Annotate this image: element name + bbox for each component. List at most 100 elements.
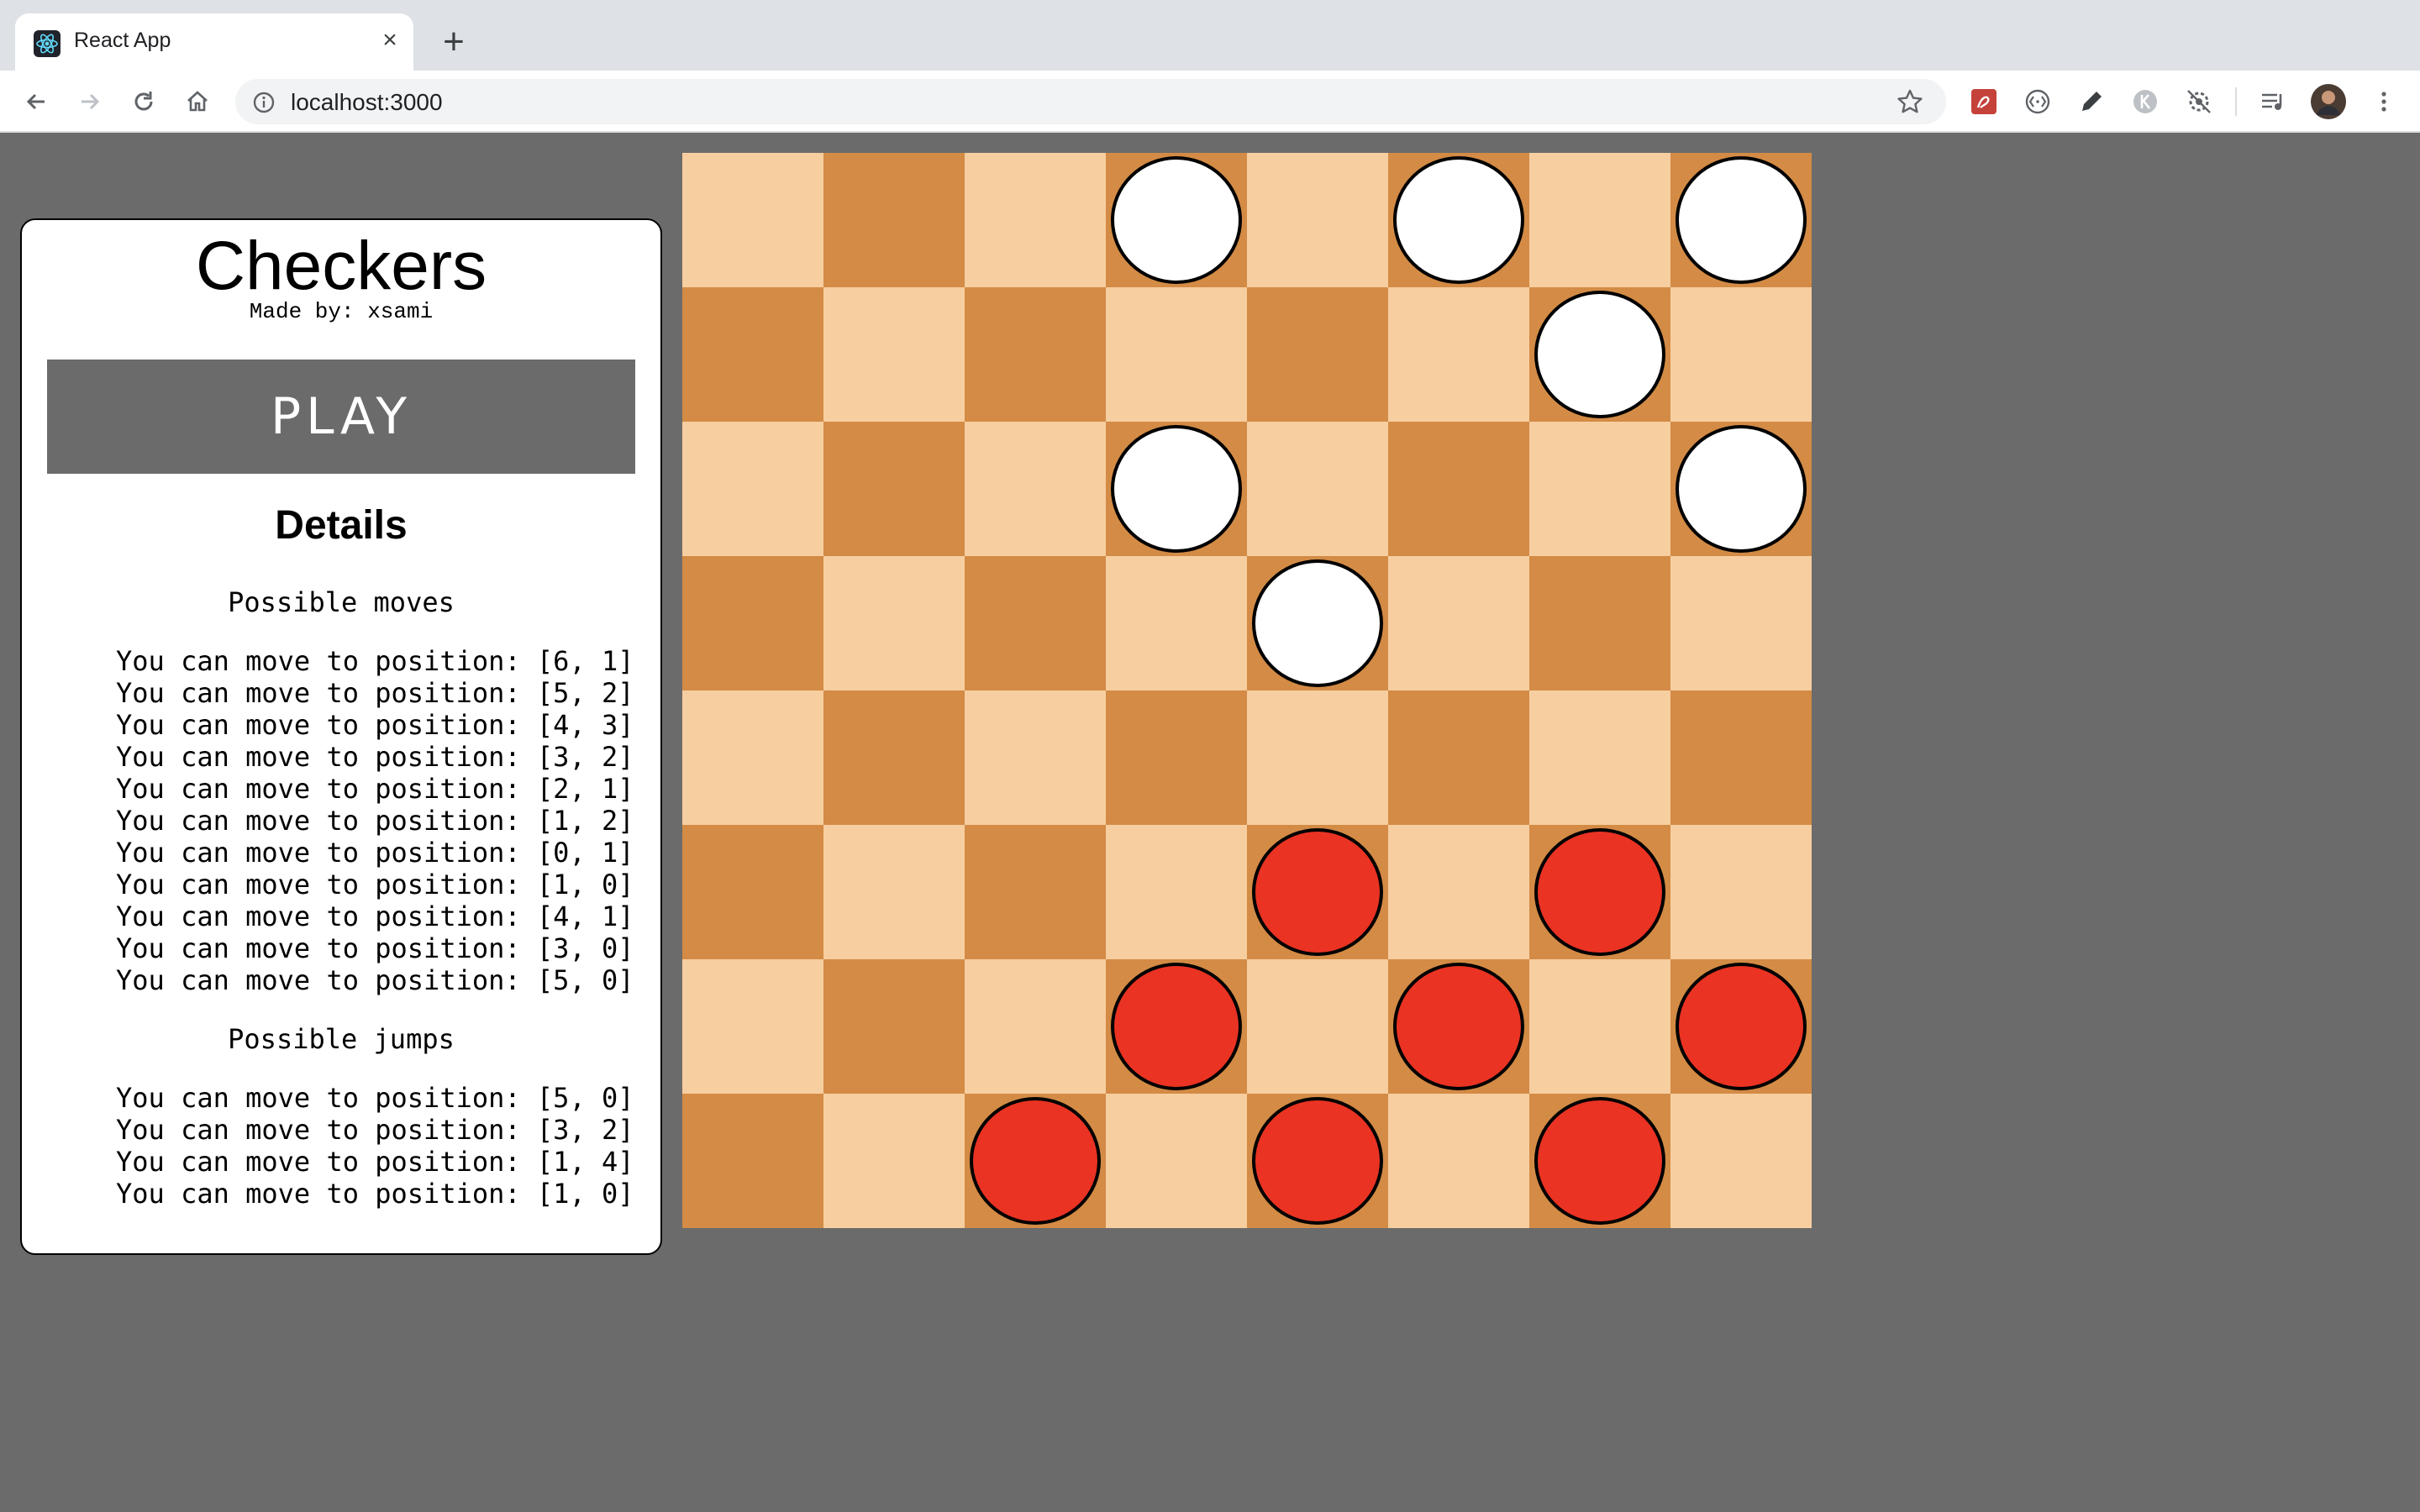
red-piece[interactable] <box>1534 828 1665 956</box>
red-piece[interactable] <box>1393 963 1524 1090</box>
board-square[interactable] <box>1247 153 1388 287</box>
board-square[interactable] <box>1529 422 1670 556</box>
play-button[interactable]: PLAY <box>47 360 635 474</box>
board-square[interactable] <box>682 422 823 556</box>
avatar[interactable] <box>2309 82 2348 121</box>
red-piece[interactable] <box>1252 828 1383 956</box>
board-square[interactable] <box>1247 422 1388 556</box>
board-square[interactable] <box>1670 1094 1812 1228</box>
board-square[interactable] <box>1106 1094 1247 1228</box>
extension-icon[interactable] <box>2126 82 2165 121</box>
white-piece[interactable] <box>1676 156 1807 284</box>
forward-icon[interactable] <box>69 81 111 123</box>
board-square[interactable] <box>965 287 1106 422</box>
move-item: You can move to position: [1, 0] <box>116 869 634 900</box>
pencil-icon[interactable] <box>2072 82 2111 121</box>
board-square[interactable] <box>682 959 823 1094</box>
board-square[interactable] <box>1529 556 1670 690</box>
white-piece[interactable] <box>1393 156 1524 284</box>
new-tab-button[interactable]: + <box>434 22 474 62</box>
board-square[interactable] <box>1670 690 1812 825</box>
board-square[interactable] <box>965 959 1106 1094</box>
red-piece[interactable] <box>1676 963 1807 1090</box>
board-square[interactable] <box>1529 825 1670 959</box>
more-menu-icon[interactable] <box>2365 82 2403 121</box>
board-square[interactable] <box>1529 959 1670 1094</box>
board-square[interactable] <box>823 556 965 690</box>
bookmark-star-icon[interactable] <box>1896 87 1924 120</box>
board-square[interactable] <box>823 1094 965 1228</box>
board-square[interactable] <box>1670 153 1812 287</box>
board-square[interactable] <box>1670 287 1812 422</box>
browser-tab[interactable]: React App × <box>15 13 413 71</box>
board-square[interactable] <box>1388 1094 1529 1228</box>
board-square[interactable] <box>1388 153 1529 287</box>
board-square[interactable] <box>965 422 1106 556</box>
board-square[interactable] <box>682 1094 823 1228</box>
board-square[interactable] <box>1388 825 1529 959</box>
red-piece[interactable] <box>970 1097 1101 1225</box>
home-icon[interactable] <box>176 81 218 123</box>
board-square[interactable] <box>823 422 965 556</box>
board-square[interactable] <box>1247 825 1388 959</box>
board-square[interactable] <box>1247 959 1388 1094</box>
board-square[interactable] <box>1388 556 1529 690</box>
info-icon[interactable] <box>252 91 276 118</box>
board-square[interactable] <box>1388 287 1529 422</box>
board-square[interactable] <box>965 825 1106 959</box>
white-piece[interactable] <box>1111 425 1242 553</box>
board-square[interactable] <box>1247 287 1388 422</box>
board-square[interactable] <box>1388 959 1529 1094</box>
red-piece[interactable] <box>1111 963 1242 1090</box>
board-square[interactable] <box>1106 287 1247 422</box>
extension-icon[interactable] <box>2018 82 2057 121</box>
board-square[interactable] <box>682 153 823 287</box>
board-square[interactable] <box>965 1094 1106 1228</box>
extension-icon[interactable] <box>1965 82 2003 121</box>
board-square[interactable] <box>1388 690 1529 825</box>
board-square[interactable] <box>1106 825 1247 959</box>
white-piece[interactable] <box>1252 559 1383 687</box>
board-square[interactable] <box>823 287 965 422</box>
board-square[interactable] <box>1670 422 1812 556</box>
board-square[interactable] <box>682 690 823 825</box>
red-piece[interactable] <box>1252 1097 1383 1225</box>
board-square[interactable] <box>823 825 965 959</box>
board-square[interactable] <box>1670 825 1812 959</box>
reload-icon[interactable] <box>123 81 165 123</box>
board-square[interactable] <box>682 287 823 422</box>
white-piece[interactable] <box>1111 156 1242 284</box>
board-square[interactable] <box>965 690 1106 825</box>
red-piece[interactable] <box>1534 1097 1665 1225</box>
extension-icon[interactable] <box>2180 82 2218 121</box>
board-square[interactable] <box>1529 153 1670 287</box>
board-square[interactable] <box>823 153 965 287</box>
board-square[interactable] <box>823 690 965 825</box>
back-icon[interactable] <box>15 81 57 123</box>
white-piece[interactable] <box>1534 291 1665 418</box>
board-square[interactable] <box>682 825 823 959</box>
media-queue-icon[interactable] <box>2254 82 2292 121</box>
close-icon[interactable]: × <box>375 25 405 55</box>
board-square[interactable] <box>1247 556 1388 690</box>
board-square[interactable] <box>1106 556 1247 690</box>
board-square[interactable] <box>1529 287 1670 422</box>
board-square[interactable] <box>1247 1094 1388 1228</box>
board-square[interactable] <box>682 556 823 690</box>
address-bar[interactable]: localhost:3000 <box>235 79 1946 124</box>
board-square[interactable] <box>1670 556 1812 690</box>
board-square[interactable] <box>1247 690 1388 825</box>
board-square[interactable] <box>1388 422 1529 556</box>
board-square[interactable] <box>965 556 1106 690</box>
board-square[interactable] <box>1106 422 1247 556</box>
board-square[interactable] <box>1106 959 1247 1094</box>
board-square[interactable] <box>823 959 965 1094</box>
board-square[interactable] <box>1106 153 1247 287</box>
board-square[interactable] <box>1670 959 1812 1094</box>
board-square[interactable] <box>1106 690 1247 825</box>
white-piece[interactable] <box>1676 425 1807 553</box>
board-square[interactable] <box>1529 690 1670 825</box>
board-square[interactable] <box>965 153 1106 287</box>
url-text[interactable]: localhost:3000 <box>291 89 443 116</box>
board-square[interactable] <box>1529 1094 1670 1228</box>
